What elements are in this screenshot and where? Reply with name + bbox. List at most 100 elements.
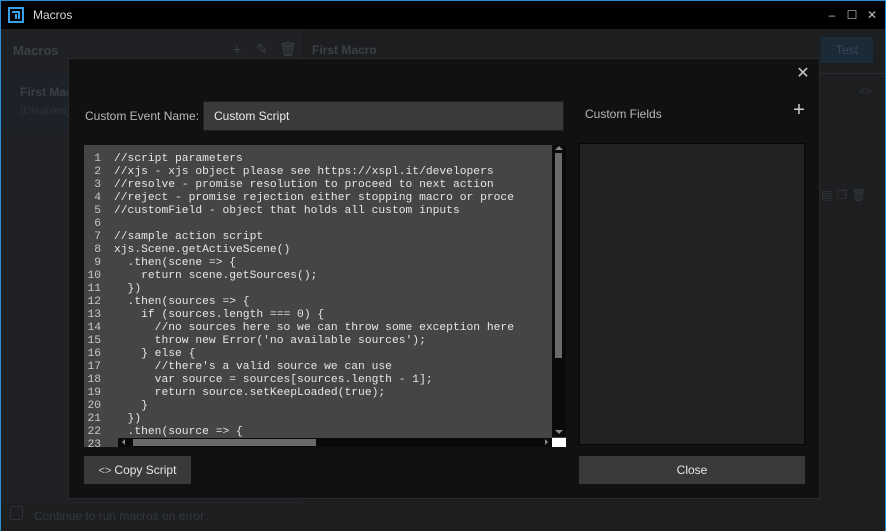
code-text: //reject - promise rejection either stop…	[114, 192, 514, 204]
code-text: })	[114, 283, 142, 295]
code-text: return scene.getSources();	[114, 270, 318, 282]
line-number: 17	[87, 361, 101, 373]
line-number: 8	[94, 244, 101, 256]
code-text: throw new Error('no available sources');	[114, 335, 426, 347]
copy-script-label: Copy Script	[114, 463, 177, 477]
code-text: .then(sources => {	[114, 296, 250, 308]
code-line: 8 xjs.Scene.getActiveScene()	[84, 244, 514, 257]
code-text: .then(scene => {	[114, 257, 237, 269]
code-text: //sample action script	[114, 231, 264, 243]
line-number: 6	[94, 218, 101, 230]
maximize-button[interactable]: ☐	[842, 5, 862, 25]
code-line: 19 return source.setKeepLoaded(true);	[84, 387, 514, 400]
action-icons[interactable]: ▤❐🗑	[821, 188, 870, 202]
code-line: 3 //resolve - promise resolution to proce…	[84, 179, 514, 192]
modal-close-icon[interactable]: ✕	[795, 66, 811, 82]
line-number: 12	[87, 296, 101, 308]
macro-status: (Disabled)	[20, 105, 71, 117]
code-line: 9 .then(scene => {	[84, 257, 514, 270]
scroll-up-arrow-icon[interactable]	[555, 146, 563, 150]
scroll-right-arrow-icon[interactable]	[545, 439, 548, 445]
code-content[interactable]: 1 //script parameters 2 //xjs - xjs object …	[84, 153, 514, 447]
line-number: 21	[87, 413, 101, 425]
copy-script-button[interactable]: <> Copy Script	[84, 456, 191, 484]
line-number: 18	[87, 374, 101, 386]
title-bar: Macros – ☐ ✕	[1, 1, 885, 29]
continue-on-error-label: Continue to run macros on error	[34, 509, 205, 523]
code-line: 20 }	[84, 400, 514, 413]
macro-title: First Macro	[312, 43, 377, 57]
line-number: 1	[94, 153, 101, 165]
line-number: 4	[94, 192, 101, 204]
code-line: 21 })	[84, 413, 514, 426]
plus-icon[interactable]: +	[233, 41, 241, 57]
minimize-button[interactable]: –	[822, 5, 842, 25]
horizontal-scroll-thumb[interactable]	[133, 439, 316, 446]
scroll-left-arrow-icon[interactable]	[122, 439, 125, 445]
code-text: //resolve - promise resolution to procee…	[114, 179, 494, 191]
line-number: 13	[87, 309, 101, 321]
code-text: xjs.Scene.getActiveScene()	[114, 244, 291, 256]
event-name-input[interactable]	[203, 101, 564, 131]
add-field-icon[interactable]: +	[790, 100, 808, 120]
close-button[interactable]: Close	[579, 456, 805, 484]
line-number: 11	[87, 283, 101, 295]
continue-on-error-checkbox[interactable]	[10, 506, 23, 520]
code-line: 13 if (sources.length === 0) {	[84, 309, 514, 322]
code-line: 7 //sample action script	[84, 231, 514, 244]
code-line: 1 //script parameters	[84, 153, 514, 166]
line-number: 14	[87, 322, 101, 334]
script-editor[interactable]: 1 //script parameters 2 //xjs - xjs object …	[84, 145, 566, 447]
code-text: //xjs - xjs object please see https://xs…	[114, 166, 494, 178]
code-line: 11 })	[84, 283, 514, 296]
code-text: } else {	[114, 348, 196, 360]
horizontal-scrollbar[interactable]	[118, 438, 552, 447]
line-number: 15	[87, 335, 101, 347]
code-line: 4 //reject - promise rejection either sto…	[84, 192, 514, 205]
test-button[interactable]: Test	[821, 37, 873, 63]
line-number: 7	[94, 231, 101, 243]
line-number: 20	[87, 400, 101, 412]
code-text: //script parameters	[114, 153, 243, 165]
code-text: var source = sources[sources.length - 1]…	[114, 374, 433, 386]
window-title: Macros	[33, 8, 73, 22]
code-icon[interactable]: <>	[859, 86, 872, 98]
code-text: return source.setKeepLoaded(true);	[114, 387, 386, 399]
trash-icon[interactable]: 🗑	[279, 41, 297, 58]
code-line: 2 //xjs - xjs object please see https://x…	[84, 166, 514, 179]
code-text: //no sources here so we can throw some e…	[114, 322, 514, 334]
code-line: 14 //no sources here so we can throw som…	[84, 322, 514, 335]
custom-fields-panel	[579, 143, 805, 445]
custom-fields-label: Custom Fields	[585, 107, 662, 121]
code-text: //there's a valid source we can use	[114, 361, 392, 373]
line-number: 10	[87, 270, 101, 282]
event-name-label: Custom Event Name:	[85, 109, 200, 123]
custom-script-modal: ✕ Custom Event Name: Custom Fields + 1 //…	[68, 58, 820, 499]
code-line: 5 //customField - object that holds all c…	[84, 205, 514, 218]
code-line: 15 throw new Error('no available sources…	[84, 335, 514, 348]
line-number: 16	[87, 348, 101, 360]
code-line: 16 } else {	[84, 348, 514, 361]
code-text: if (sources.length === 0) {	[114, 309, 325, 321]
app-logo-icon	[8, 7, 24, 23]
line-number: 22	[87, 426, 101, 438]
line-number: 2	[94, 166, 101, 178]
window-close-button[interactable]: ✕	[862, 5, 882, 25]
line-number: 19	[87, 387, 101, 399]
code-line: 6	[84, 218, 514, 231]
vertical-scrollbar[interactable]	[552, 145, 566, 437]
line-number: 5	[94, 205, 101, 217]
code-line: 17 //there's a valid source we can use	[84, 361, 514, 374]
edit-icon[interactable]: ✎	[256, 41, 268, 58]
line-number: 3	[94, 179, 101, 191]
macros-window: Macros – ☐ ✕ Macros + ✎ 🗑 First Macro (D…	[0, 0, 886, 531]
vertical-scroll-thumb[interactable]	[555, 153, 562, 358]
code-line: 10 return scene.getSources();	[84, 270, 514, 283]
code-text: })	[114, 413, 142, 425]
scroll-down-arrow-icon[interactable]	[555, 430, 563, 434]
line-number: 9	[94, 257, 101, 269]
code-line: 18 var source = sources[sources.length -…	[84, 374, 514, 387]
line-number: 23	[87, 439, 101, 447]
code-icon: <>	[98, 465, 112, 477]
sidebar-header: Macros	[13, 43, 59, 58]
